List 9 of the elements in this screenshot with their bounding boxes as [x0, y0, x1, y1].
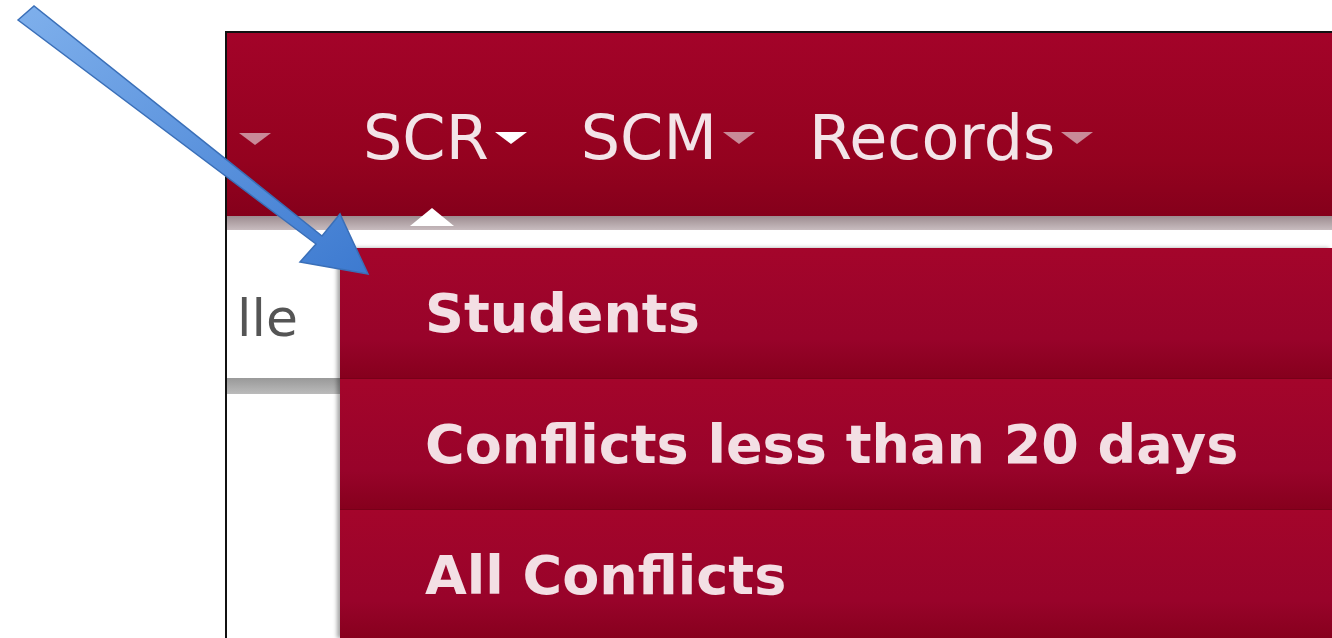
caret-icon [239, 133, 271, 145]
nav-menu[interactable]: Records [808, 105, 1118, 171]
menu-item[interactable]: Conflicts less than 20 days [340, 379, 1332, 510]
page-text: lle [237, 292, 298, 344]
pointer-icon [410, 208, 454, 226]
menu-item[interactable]: All Conflicts [340, 510, 1332, 638]
menu-item[interactable]: Students [340, 248, 1332, 379]
nav-menu[interactable]: SCM [580, 105, 779, 171]
nav-menu[interactable]: SCR [363, 105, 551, 171]
